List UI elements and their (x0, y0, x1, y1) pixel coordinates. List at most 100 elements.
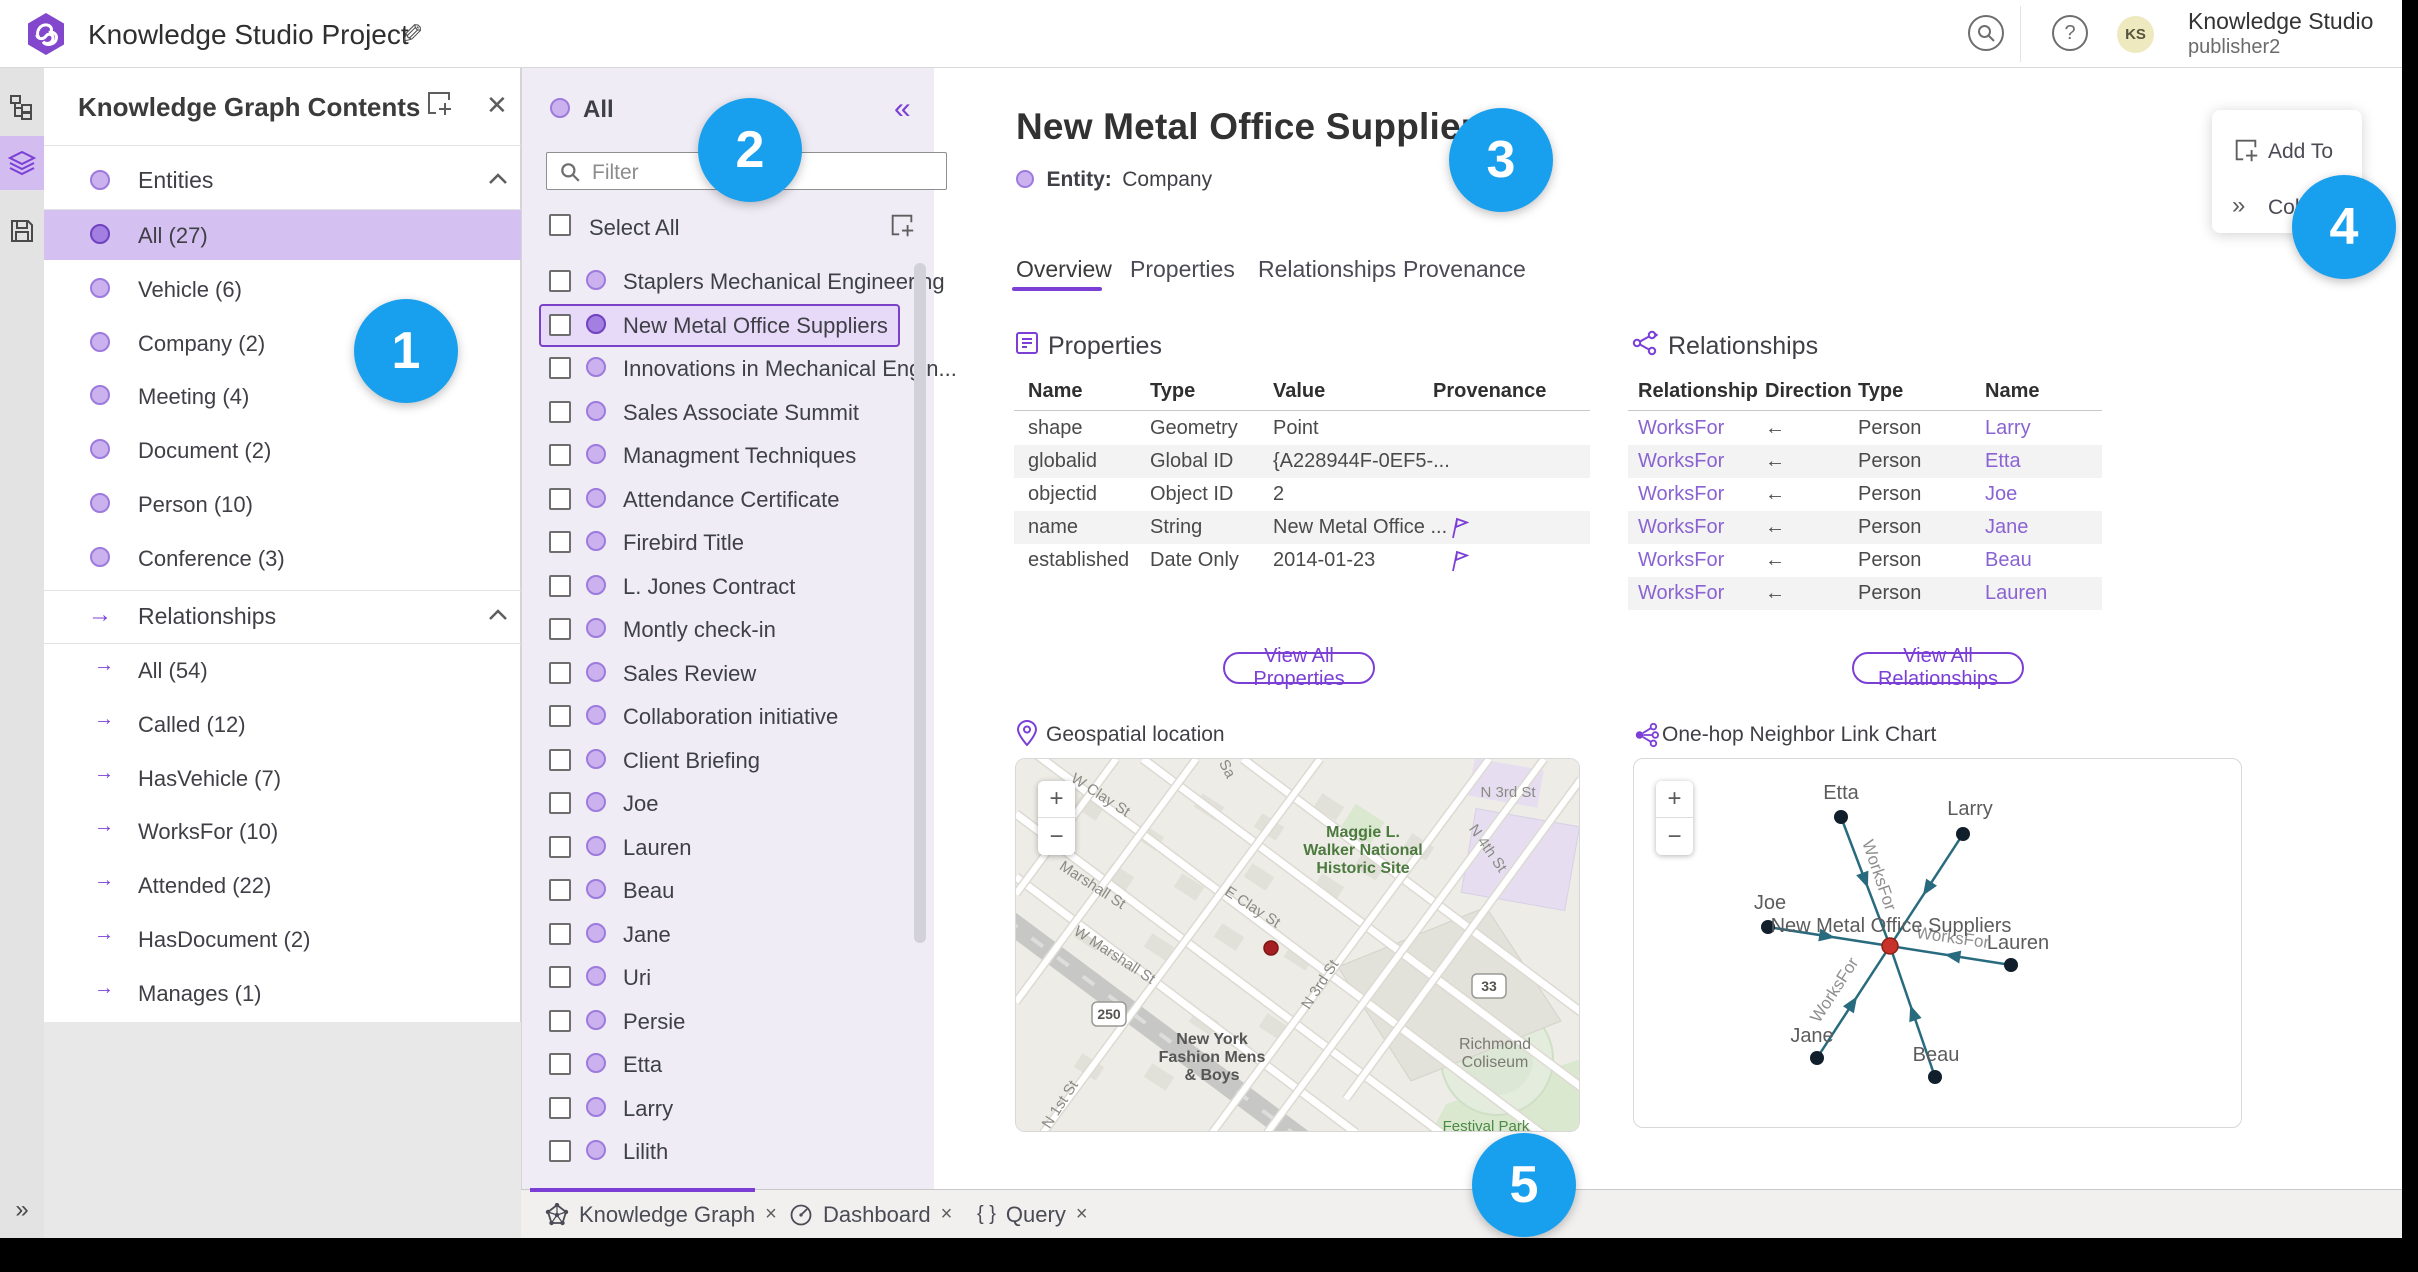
select-all-checkbox[interactable] (549, 214, 571, 236)
close-tab-icon[interactable]: × (1076, 1203, 1088, 1226)
provenance-flag-icon[interactable] (1449, 550, 1469, 572)
item-checkbox[interactable] (549, 661, 571, 684)
sidebar-item-document-2-[interactable]: Document (2) (44, 425, 521, 475)
search-icon[interactable] (1968, 15, 2004, 51)
item-checkbox[interactable] (549, 966, 571, 988)
list-item-new-metal-office-suppliers[interactable]: New Metal Office Suppliers (522, 303, 935, 347)
list-item-larry[interactable]: Larry (522, 1087, 935, 1130)
map-card[interactable]: W Clay St Sa N 3rd St N 4th St Marshall St E … (1015, 758, 1580, 1132)
table-row[interactable]: WorksFor ← Person Etta (1628, 445, 2102, 478)
table-link[interactable]: Joe (1985, 483, 2017, 506)
table-row[interactable]: name String New Metal Office ... (1014, 511, 1590, 544)
table-row[interactable]: WorksFor ← Person Joe (1628, 478, 2102, 511)
list-item-persie[interactable]: Persie (522, 1000, 935, 1043)
table-link[interactable]: Beau (1985, 549, 2032, 572)
sidebar-item-person-10-[interactable]: Person (10) (44, 479, 521, 529)
table-link[interactable]: WorksFor (1638, 516, 1724, 539)
zoom-out-button[interactable]: − (1038, 818, 1075, 855)
link-chart-card[interactable]: Etta Larry Joe Lauren Jane Beau WorksFor WorksF… (1633, 758, 2242, 1128)
sidebar-item-conference-3-[interactable]: Conference (3) (44, 533, 521, 583)
add-to-map-icon[interactable] (888, 211, 916, 244)
table-row[interactable]: shape Geometry Point (1014, 412, 1590, 445)
add-to-map-icon[interactable] (424, 88, 454, 123)
list-item-sales-associate-summit[interactable]: Sales Associate Summit (522, 391, 935, 434)
zoom-in-button[interactable]: + (1038, 781, 1075, 818)
list-item-lilith[interactable]: Lilith (522, 1130, 935, 1173)
add-to-menu-item[interactable]: Add To (2268, 140, 2333, 164)
chevron-up-icon[interactable] (488, 172, 508, 186)
item-checkbox[interactable] (549, 835, 571, 858)
list-item-lauren[interactable]: Lauren (522, 826, 935, 869)
table-link[interactable]: Larry (1985, 417, 2031, 440)
item-checkbox[interactable] (549, 444, 571, 466)
sidebar-item-hasdocument-2-[interactable]: → HasDocument (2) (44, 914, 521, 964)
zoom-in-button[interactable]: + (1656, 781, 1693, 818)
item-checkbox[interactable] (549, 705, 571, 727)
sidebar-item-all-54-[interactable]: → All (54) (44, 645, 521, 695)
item-checkbox[interactable] (549, 618, 571, 640)
item-checkbox[interactable] (549, 574, 571, 597)
table-row[interactable]: WorksFor ← Person Larry (1628, 412, 2102, 445)
item-checkbox[interactable] (549, 531, 571, 553)
bottom-tab-query[interactable]: { } Query × (969, 1190, 1096, 1239)
collapse-panel-icon[interactable]: « (894, 92, 911, 126)
link-chart[interactable]: EttaLarryJoeLaurenJaneBeauWorksForWorksF… (1634, 759, 2242, 1128)
view-all-properties-button[interactable]: View All Properties (1223, 645, 1375, 690)
close-tab-icon[interactable]: × (765, 1203, 777, 1226)
table-row[interactable]: objectid Object ID 2 (1014, 478, 1590, 511)
list-item-beau[interactable]: Beau (522, 869, 935, 912)
table-link[interactable]: Lauren (1985, 582, 2047, 605)
sidebar-item-vehicle-6-[interactable]: Vehicle (6) (44, 264, 521, 314)
table-link[interactable]: WorksFor (1638, 483, 1724, 506)
list-item-firebird-title[interactable]: Firebird Title (522, 521, 935, 564)
table-link[interactable]: Jane (1985, 516, 2028, 539)
item-checkbox[interactable] (549, 1096, 571, 1119)
item-checkbox[interactable] (549, 792, 571, 814)
table-link[interactable]: WorksFor (1638, 450, 1724, 473)
close-panel-icon[interactable]: ✕ (486, 90, 508, 121)
table-row[interactable]: established Date Only 2014-01-23 (1014, 544, 1590, 577)
item-checkbox[interactable] (549, 879, 571, 901)
bottom-tab-dashboard[interactable]: Dashboard × (781, 1190, 960, 1239)
layers-icon[interactable] (0, 136, 44, 190)
table-link[interactable]: WorksFor (1638, 417, 1724, 440)
item-checkbox[interactable] (549, 1053, 571, 1075)
table-row[interactable]: WorksFor ← Person Beau (1628, 544, 2102, 577)
table-link[interactable]: WorksFor (1638, 549, 1724, 572)
sidebar-item-hasvehicle-7-[interactable]: → HasVehicle (7) (44, 753, 521, 803)
item-checkbox[interactable] (549, 313, 571, 336)
item-checkbox[interactable] (549, 270, 571, 292)
avatar[interactable]: KS (2117, 16, 2154, 53)
list-item-innovations-in-mechanical-engin-[interactable]: Innovations in Mechanical Engin... (522, 347, 957, 390)
sidebar-item-attended-22-[interactable]: → Attended (22) (44, 860, 521, 910)
chevron-up-icon[interactable] (488, 608, 508, 622)
map[interactable]: W Clay StSaN 3rd StN 4th StMarshall St E … (1016, 759, 1580, 1132)
list-scrollbar[interactable] (914, 263, 926, 943)
help-icon[interactable]: ? (2052, 15, 2088, 51)
list-item-sales-review[interactable]: Sales Review (522, 652, 935, 695)
item-checkbox[interactable] (549, 1140, 571, 1162)
list-item-attendance-certificate[interactable]: Attendance Certificate (522, 478, 935, 521)
table-link[interactable]: Etta (1985, 450, 2021, 473)
sidebar-item-all-27-[interactable]: All (27) (44, 210, 521, 260)
sidebar-item-called-12-[interactable]: → Called (12) (44, 699, 521, 749)
view-all-relationships-button[interactable]: View All Relationships (1852, 645, 2024, 690)
item-checkbox[interactable] (549, 1009, 571, 1032)
list-item-collaboration-initiative[interactable]: Collaboration initiative (522, 695, 935, 738)
list-item-client-briefing[interactable]: Client Briefing (522, 739, 935, 782)
list-item-etta[interactable]: Etta (522, 1043, 935, 1086)
tab-overview[interactable]: Overview (1016, 256, 1112, 283)
list-item-jane[interactable]: Jane (522, 913, 935, 956)
expand-rail-icon[interactable]: » (0, 1183, 44, 1237)
item-checkbox[interactable] (549, 487, 571, 510)
entities-section-header[interactable]: Entities (44, 158, 521, 204)
schema-icon[interactable] (0, 80, 44, 134)
zoom-out-button[interactable]: − (1656, 818, 1693, 855)
list-item-l-jones-contract[interactable]: L. Jones Contract (522, 565, 935, 608)
list-item-uri[interactable]: Uri (522, 956, 935, 999)
tab-provenance[interactable]: Provenance (1403, 256, 1526, 283)
table-row[interactable]: WorksFor ← Person Lauren (1628, 577, 2102, 610)
tab-relationships[interactable]: Relationships (1258, 256, 1396, 283)
edit-pencil-icon[interactable]: ✎ (400, 18, 423, 51)
table-row[interactable]: globalid Global ID {A228944F-0EF5-... (1014, 445, 1590, 478)
